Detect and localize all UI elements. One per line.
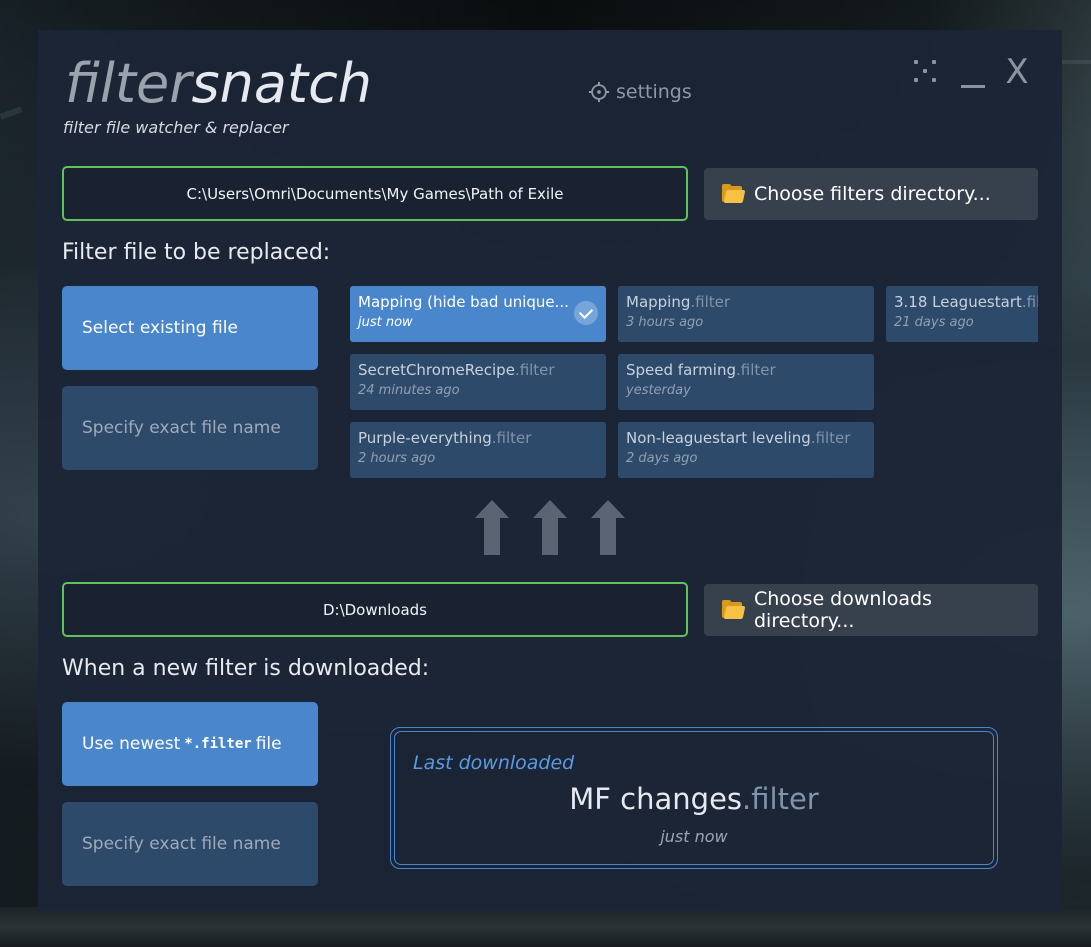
filter-file-name: SecretChromeRecipe.filter — [358, 361, 555, 379]
filter-file-item[interactable]: Non-leaguestart leveling.filter 2 days a… — [618, 422, 874, 478]
select-existing-file-button[interactable]: Select existing file — [62, 286, 318, 370]
check-icon — [574, 301, 598, 325]
filters-directory-field[interactable]: C:\Users\Omri\Documents\My Games\Path of… — [62, 166, 688, 221]
replace-arrows — [475, 500, 625, 558]
specify-exact-download-name-label: Specify exact file name — [82, 834, 281, 854]
logo-part-filter: filter — [65, 52, 192, 115]
specify-exact-file-name-label: Specify exact file name — [82, 418, 281, 438]
folder-icon — [722, 183, 746, 203]
filter-file-time: yesterday — [626, 383, 691, 398]
filter-file-list: Mapping (hide bad unique... just now Map… — [350, 286, 1038, 486]
background-detail — [1062, 60, 1091, 64]
downloads-directory-path: D:\Downloads — [322, 600, 428, 619]
download-section-title: When a new filter is downloaded: — [62, 656, 430, 681]
last-downloaded-panel: Last downloaded MF changes.filter just n… — [390, 727, 998, 869]
folder-icon — [722, 599, 746, 619]
filter-file-name: Purple-everything.filter — [358, 429, 532, 447]
filter-file-time: 3 hours ago — [626, 315, 704, 330]
filter-file-name: 3.18 Leaguestart.filter — [894, 293, 1038, 311]
settings-label: settings — [616, 81, 692, 103]
filter-file-time: 21 days ago — [894, 315, 974, 330]
filter-file-time: 24 minutes ago — [358, 383, 460, 398]
use-newest-suffix: file — [255, 734, 282, 754]
close-icon: X — [1005, 52, 1029, 92]
use-newest-filter-button[interactable]: Use newest *.filter file — [62, 702, 318, 786]
logo-part-snatch: snatch — [191, 52, 373, 115]
settings-button[interactable]: settings — [588, 80, 692, 104]
app-logo: filtersnatch — [65, 52, 372, 116]
choose-filters-directory-button[interactable]: Choose filters directory... — [704, 168, 1038, 220]
filter-file-item[interactable]: Mapping.filter 3 hours ago — [618, 286, 874, 342]
filter-file-time: 2 days ago — [626, 451, 698, 466]
downloads-directory-field[interactable]: D:\Downloads — [62, 582, 688, 637]
filter-file-time: 2 hours ago — [358, 451, 436, 466]
specify-exact-file-name-button[interactable]: Specify exact file name — [62, 386, 318, 470]
background-floor — [0, 907, 1091, 947]
filter-file-name: Non-leaguestart leveling.filter — [626, 429, 851, 447]
choose-downloads-directory-label: Choose downloads directory... — [754, 588, 932, 632]
arrow-up-icon — [533, 500, 567, 556]
filters-directory-path: C:\Users\Omri\Documents\My Games\Path of… — [186, 184, 564, 203]
minimize-icon — [961, 85, 985, 88]
filter-file-time: just now — [358, 315, 413, 330]
last-downloaded-time: just now — [660, 827, 728, 846]
app-window: filtersnatch filter file watcher & repla… — [38, 30, 1062, 912]
last-downloaded-filename: MF changes.filter — [569, 782, 819, 816]
background-detail — [0, 106, 23, 120]
use-newest-label: Use newest — [82, 734, 181, 754]
filter-file-name: Speed farming.filter — [626, 361, 776, 379]
filter-file-item[interactable]: Mapping (hide bad unique... just now — [350, 286, 606, 342]
filter-file-name: Mapping (hide bad unique... — [358, 293, 569, 311]
drag-handle-icon[interactable] — [912, 58, 940, 88]
arrow-up-icon — [591, 500, 625, 556]
choose-downloads-directory-button[interactable]: Choose downloads directory... — [704, 584, 1038, 636]
filter-file-item[interactable]: Purple-everything.filter 2 hours ago — [350, 422, 606, 478]
filter-file-item[interactable]: SecretChromeRecipe.filter 24 minutes ago — [350, 354, 606, 410]
filter-file-name: Mapping.filter — [626, 293, 731, 311]
arrow-up-icon — [475, 500, 509, 556]
select-existing-file-label: Select existing file — [82, 318, 238, 338]
last-downloaded-label: Last downloaded — [413, 752, 575, 774]
replace-section-title: Filter file to be replaced: — [62, 240, 331, 265]
use-newest-pattern: *.filter — [184, 736, 252, 752]
filter-file-item[interactable]: 3.18 Leaguestart.filter 21 days ago — [886, 286, 1038, 342]
minimize-button[interactable] — [960, 58, 986, 90]
specify-exact-download-name-button[interactable]: Specify exact file name — [62, 802, 318, 886]
app-tagline: filter file watcher & replacer — [63, 118, 289, 137]
close-button[interactable]: X — [1003, 55, 1031, 89]
gear-icon — [588, 81, 610, 103]
filter-file-item[interactable]: Speed farming.filter yesterday — [618, 354, 874, 410]
choose-filters-directory-label: Choose filters directory... — [754, 183, 991, 205]
